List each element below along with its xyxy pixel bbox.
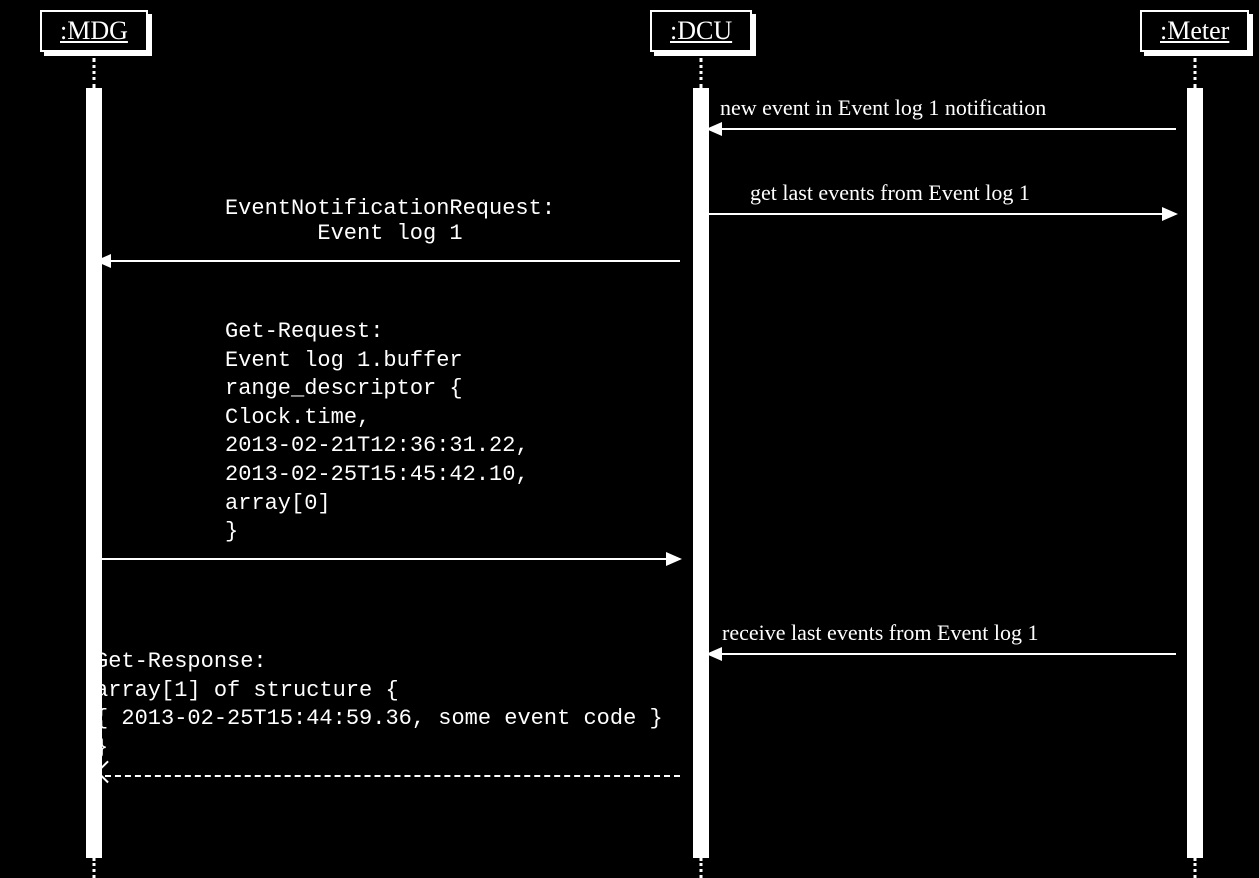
- msg-notify-req: EventNotificationRequest: Event log 1: [215, 196, 565, 246]
- participant-mdg-label: :MDG: [60, 16, 128, 45]
- participant-meter-label: :Meter: [1160, 16, 1229, 45]
- arrowhead-get-request: [666, 552, 682, 566]
- lifeline-meter-top: [1193, 58, 1196, 88]
- lifeline-dcu-top: [700, 58, 703, 88]
- msg-get-response: Get-Response: array[1] of structure { { …: [95, 648, 663, 762]
- participant-dcu-label: :DCU: [670, 16, 732, 45]
- activation-dcu: [693, 88, 709, 858]
- lifeline-mdg-top: [92, 58, 95, 88]
- arrow-get-last: [706, 213, 1176, 215]
- lifeline-mdg-bottom: [92, 858, 95, 878]
- activation-meter: [1187, 88, 1203, 858]
- arrow-new-event: [706, 128, 1176, 130]
- arrow-get-response: [95, 775, 680, 777]
- msg-receive-last: receive last events from Event log 1: [722, 620, 1038, 646]
- msg-get-request: Get-Request: Event log 1.buffer range_de…: [225, 318, 529, 547]
- lifeline-meter-bottom: [1193, 858, 1196, 878]
- msg-notify-req-l2: Event log 1: [215, 221, 565, 246]
- lifeline-dcu-bottom: [700, 858, 703, 878]
- arrow-notify-req: [95, 260, 680, 262]
- arrowhead-receive-last: [706, 647, 722, 661]
- arrow-get-request: [95, 558, 680, 560]
- arrow-receive-last: [706, 653, 1176, 655]
- msg-get-last: get last events from Event log 1: [750, 180, 1030, 206]
- arrowhead-get-last: [1162, 207, 1178, 221]
- arrowhead-notify-req: [95, 254, 111, 268]
- participant-dcu: :DCU: [650, 10, 752, 52]
- participant-meter: :Meter: [1140, 10, 1249, 52]
- participant-mdg: :MDG: [40, 10, 148, 52]
- sequence-diagram: :MDG :DCU :Meter new event in Event log …: [0, 0, 1259, 872]
- msg-notify-req-l1: EventNotificationRequest:: [215, 196, 565, 221]
- msg-new-event: new event in Event log 1 notification: [720, 95, 1046, 121]
- arrowhead-new-event: [706, 122, 722, 136]
